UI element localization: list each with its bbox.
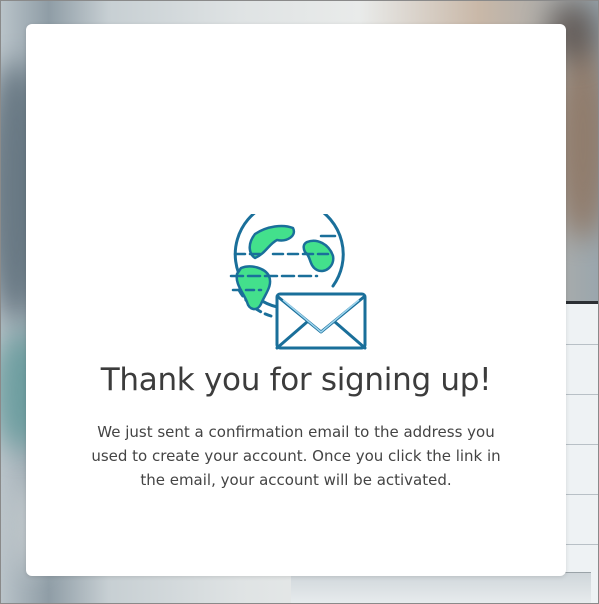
page-frame: Thank you for signing up! We just sent a… bbox=[0, 0, 599, 604]
page-title: Thank you for signing up! bbox=[100, 362, 492, 398]
email-sent-illustration bbox=[229, 214, 367, 350]
confirmation-card: Thank you for signing up! We just sent a… bbox=[26, 24, 566, 576]
envelope-icon bbox=[275, 292, 367, 350]
confirmation-message: We just sent a confirmation email to the… bbox=[91, 423, 501, 489]
background-keyboard bbox=[291, 572, 591, 603]
